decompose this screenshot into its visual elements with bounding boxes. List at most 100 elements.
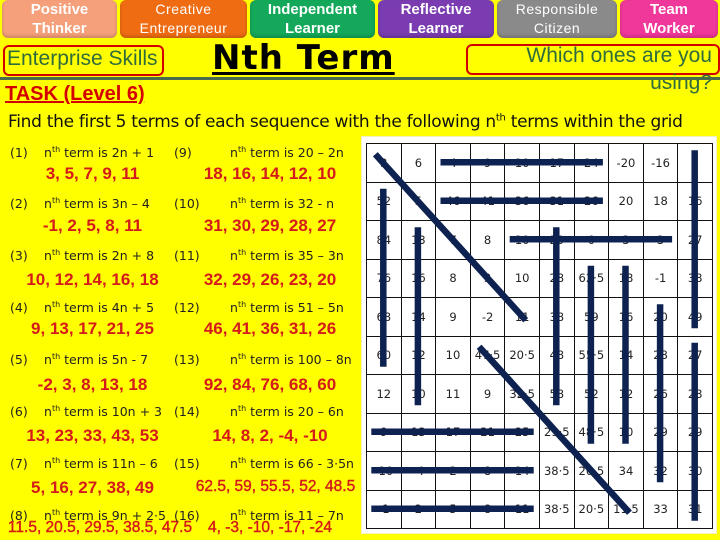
grid-cell[interactable]: 14: [400, 297, 437, 337]
grid-cell[interactable]: 49: [677, 297, 713, 337]
grid-cell[interactable]: 46: [435, 181, 471, 221]
grid-cell[interactable]: 47·5: [470, 335, 506, 375]
grid-cell[interactable]: 11: [435, 374, 471, 414]
grid-cell[interactable]: 16: [677, 181, 713, 221]
grid-cell[interactable]: 6: [400, 143, 437, 183]
grid-cell[interactable]: 3: [366, 143, 402, 183]
grid-cell[interactable]: 30: [677, 451, 713, 491]
grid-cell[interactable]: 17: [539, 143, 575, 183]
grid-cell[interactable]: 14: [504, 451, 540, 491]
grid-cell[interactable]: 38·5: [538, 489, 575, 529]
grid-cell[interactable]: 5: [435, 489, 471, 529]
grid-cell[interactable]: 27: [677, 220, 713, 260]
grid-cell[interactable]: 2: [435, 451, 471, 491]
grid-cell[interactable]: 38: [677, 259, 713, 298]
grid-cell[interactable]: 10: [435, 335, 471, 375]
grid-cell[interactable]: 9: [470, 143, 506, 183]
grid-cell[interactable]: 3: [608, 220, 644, 260]
grid-cell[interactable]: 28: [642, 335, 679, 375]
grid-cell[interactable]: 24: [573, 143, 610, 183]
grid-cell[interactable]: 33: [642, 489, 679, 529]
grid-cell[interactable]: -1: [642, 259, 679, 298]
grid-cell[interactable]: 0: [574, 220, 610, 260]
grid-cell[interactable]: -20: [608, 143, 644, 183]
grid-cell[interactable]: 28: [677, 374, 713, 414]
grid-cell[interactable]: 26: [642, 374, 679, 414]
grid-cell[interactable]: 29: [677, 413, 713, 452]
grid-cell[interactable]: -16: [642, 143, 679, 183]
grid-cell[interactable]: 28: [539, 258, 575, 298]
grid-cell[interactable]: 8: [470, 451, 506, 491]
grid-cell[interactable]: 76: [366, 258, 402, 298]
grid-cell[interactable]: 60: [366, 335, 402, 375]
grid-cell[interactable]: 7: [435, 220, 471, 260]
grid-cell[interactable]: 36: [504, 181, 540, 221]
grid-cell[interactable]: 5: [400, 181, 437, 221]
grid-cell[interactable]: 55·5: [574, 335, 610, 375]
grid-cell[interactable]: 32·5: [504, 374, 540, 414]
grid-cell[interactable]: 18: [608, 259, 644, 298]
grid-cell[interactable]: -10: [366, 451, 402, 491]
grid-cell[interactable]: 8: [470, 220, 506, 260]
grid-cell[interactable]: 9: [366, 413, 402, 452]
grid-cell[interactable]: 10: [504, 258, 540, 298]
grid-cell[interactable]: 48·5: [573, 413, 610, 452]
grid-cell[interactable]: -2: [470, 297, 506, 337]
grid-cell[interactable]: 59: [574, 297, 610, 337]
grid-cell[interactable]: 11·5: [608, 489, 644, 529]
grid-cell[interactable]: 84: [366, 220, 402, 260]
grid-cell[interactable]: 31: [677, 489, 713, 529]
grid-cell[interactable]: 26: [573, 181, 610, 221]
grid-cell[interactable]: 8: [469, 489, 506, 529]
grid-cell[interactable]: 20: [608, 181, 644, 221]
grid-cell[interactable]: 27: [677, 335, 713, 375]
grid-cell[interactable]: 17: [435, 413, 471, 452]
grid-cell[interactable]: 12: [400, 335, 437, 375]
grid-cell[interactable]: 5: [677, 143, 713, 183]
grid-cell[interactable]: 31: [539, 181, 575, 221]
grid-cell[interactable]: 20·5: [573, 489, 610, 529]
grid-cell[interactable]: 11: [504, 489, 540, 529]
grid-cell[interactable]: 52: [366, 181, 402, 221]
grid-cell[interactable]: 48: [539, 335, 575, 375]
grid-cell[interactable]: 13: [400, 413, 437, 452]
grid-cell[interactable]: 68: [366, 297, 402, 337]
grid-cell[interactable]: 14: [608, 335, 644, 375]
grid-cell[interactable]: 20·5: [573, 451, 610, 491]
grid-cell[interactable]: 9: [470, 374, 506, 414]
grid-cell[interactable]: 10: [608, 413, 644, 452]
grid-cell[interactable]: 12: [608, 374, 644, 414]
grid-cell[interactable]: -4: [400, 451, 437, 491]
grid-cell[interactable]: 13: [400, 220, 437, 260]
grid-cell[interactable]: 10: [504, 143, 540, 183]
grid-cell[interactable]: 21: [470, 413, 506, 452]
grid-cell[interactable]: -1: [366, 489, 402, 529]
grid-cell[interactable]: 38: [539, 297, 575, 337]
grid-cell[interactable]: 3: [470, 258, 506, 298]
grid-cell[interactable]: 52: [573, 374, 610, 414]
grid-cell[interactable]: 10: [504, 220, 540, 260]
grid-cell[interactable]: 4: [435, 143, 471, 183]
grid-cell[interactable]: 20: [642, 297, 679, 337]
grid-cell[interactable]: 20: [539, 220, 575, 260]
grid-cell[interactable]: 58: [539, 374, 575, 414]
grid-cell[interactable]: 29·5: [539, 413, 575, 452]
grid-cell[interactable]: 2: [400, 489, 437, 529]
grid-cell[interactable]: 9: [435, 297, 471, 337]
grid-cell[interactable]: 12: [366, 374, 402, 414]
grid-cell[interactable]: 29: [642, 413, 679, 452]
grid-cell[interactable]: 11: [504, 297, 540, 337]
grid-cell[interactable]: 3: [642, 220, 679, 260]
grid-cell[interactable]: 38·5: [539, 451, 575, 491]
grid-cell[interactable]: 32: [642, 451, 679, 491]
grid-cell[interactable]: 10: [400, 374, 437, 414]
grid-cell[interactable]: 62·5: [574, 258, 610, 298]
grid-cell[interactable]: 34: [608, 451, 644, 491]
grid-cell[interactable]: 8: [435, 258, 471, 298]
grid-cell[interactable]: 20·5: [504, 335, 540, 375]
grid-cell[interactable]: 16: [608, 297, 644, 337]
grid-cell[interactable]: 16: [400, 258, 437, 298]
grid-cell[interactable]: 25: [504, 413, 540, 452]
grid-cell[interactable]: 18: [642, 181, 679, 221]
grid-cell[interactable]: 41: [470, 181, 506, 221]
